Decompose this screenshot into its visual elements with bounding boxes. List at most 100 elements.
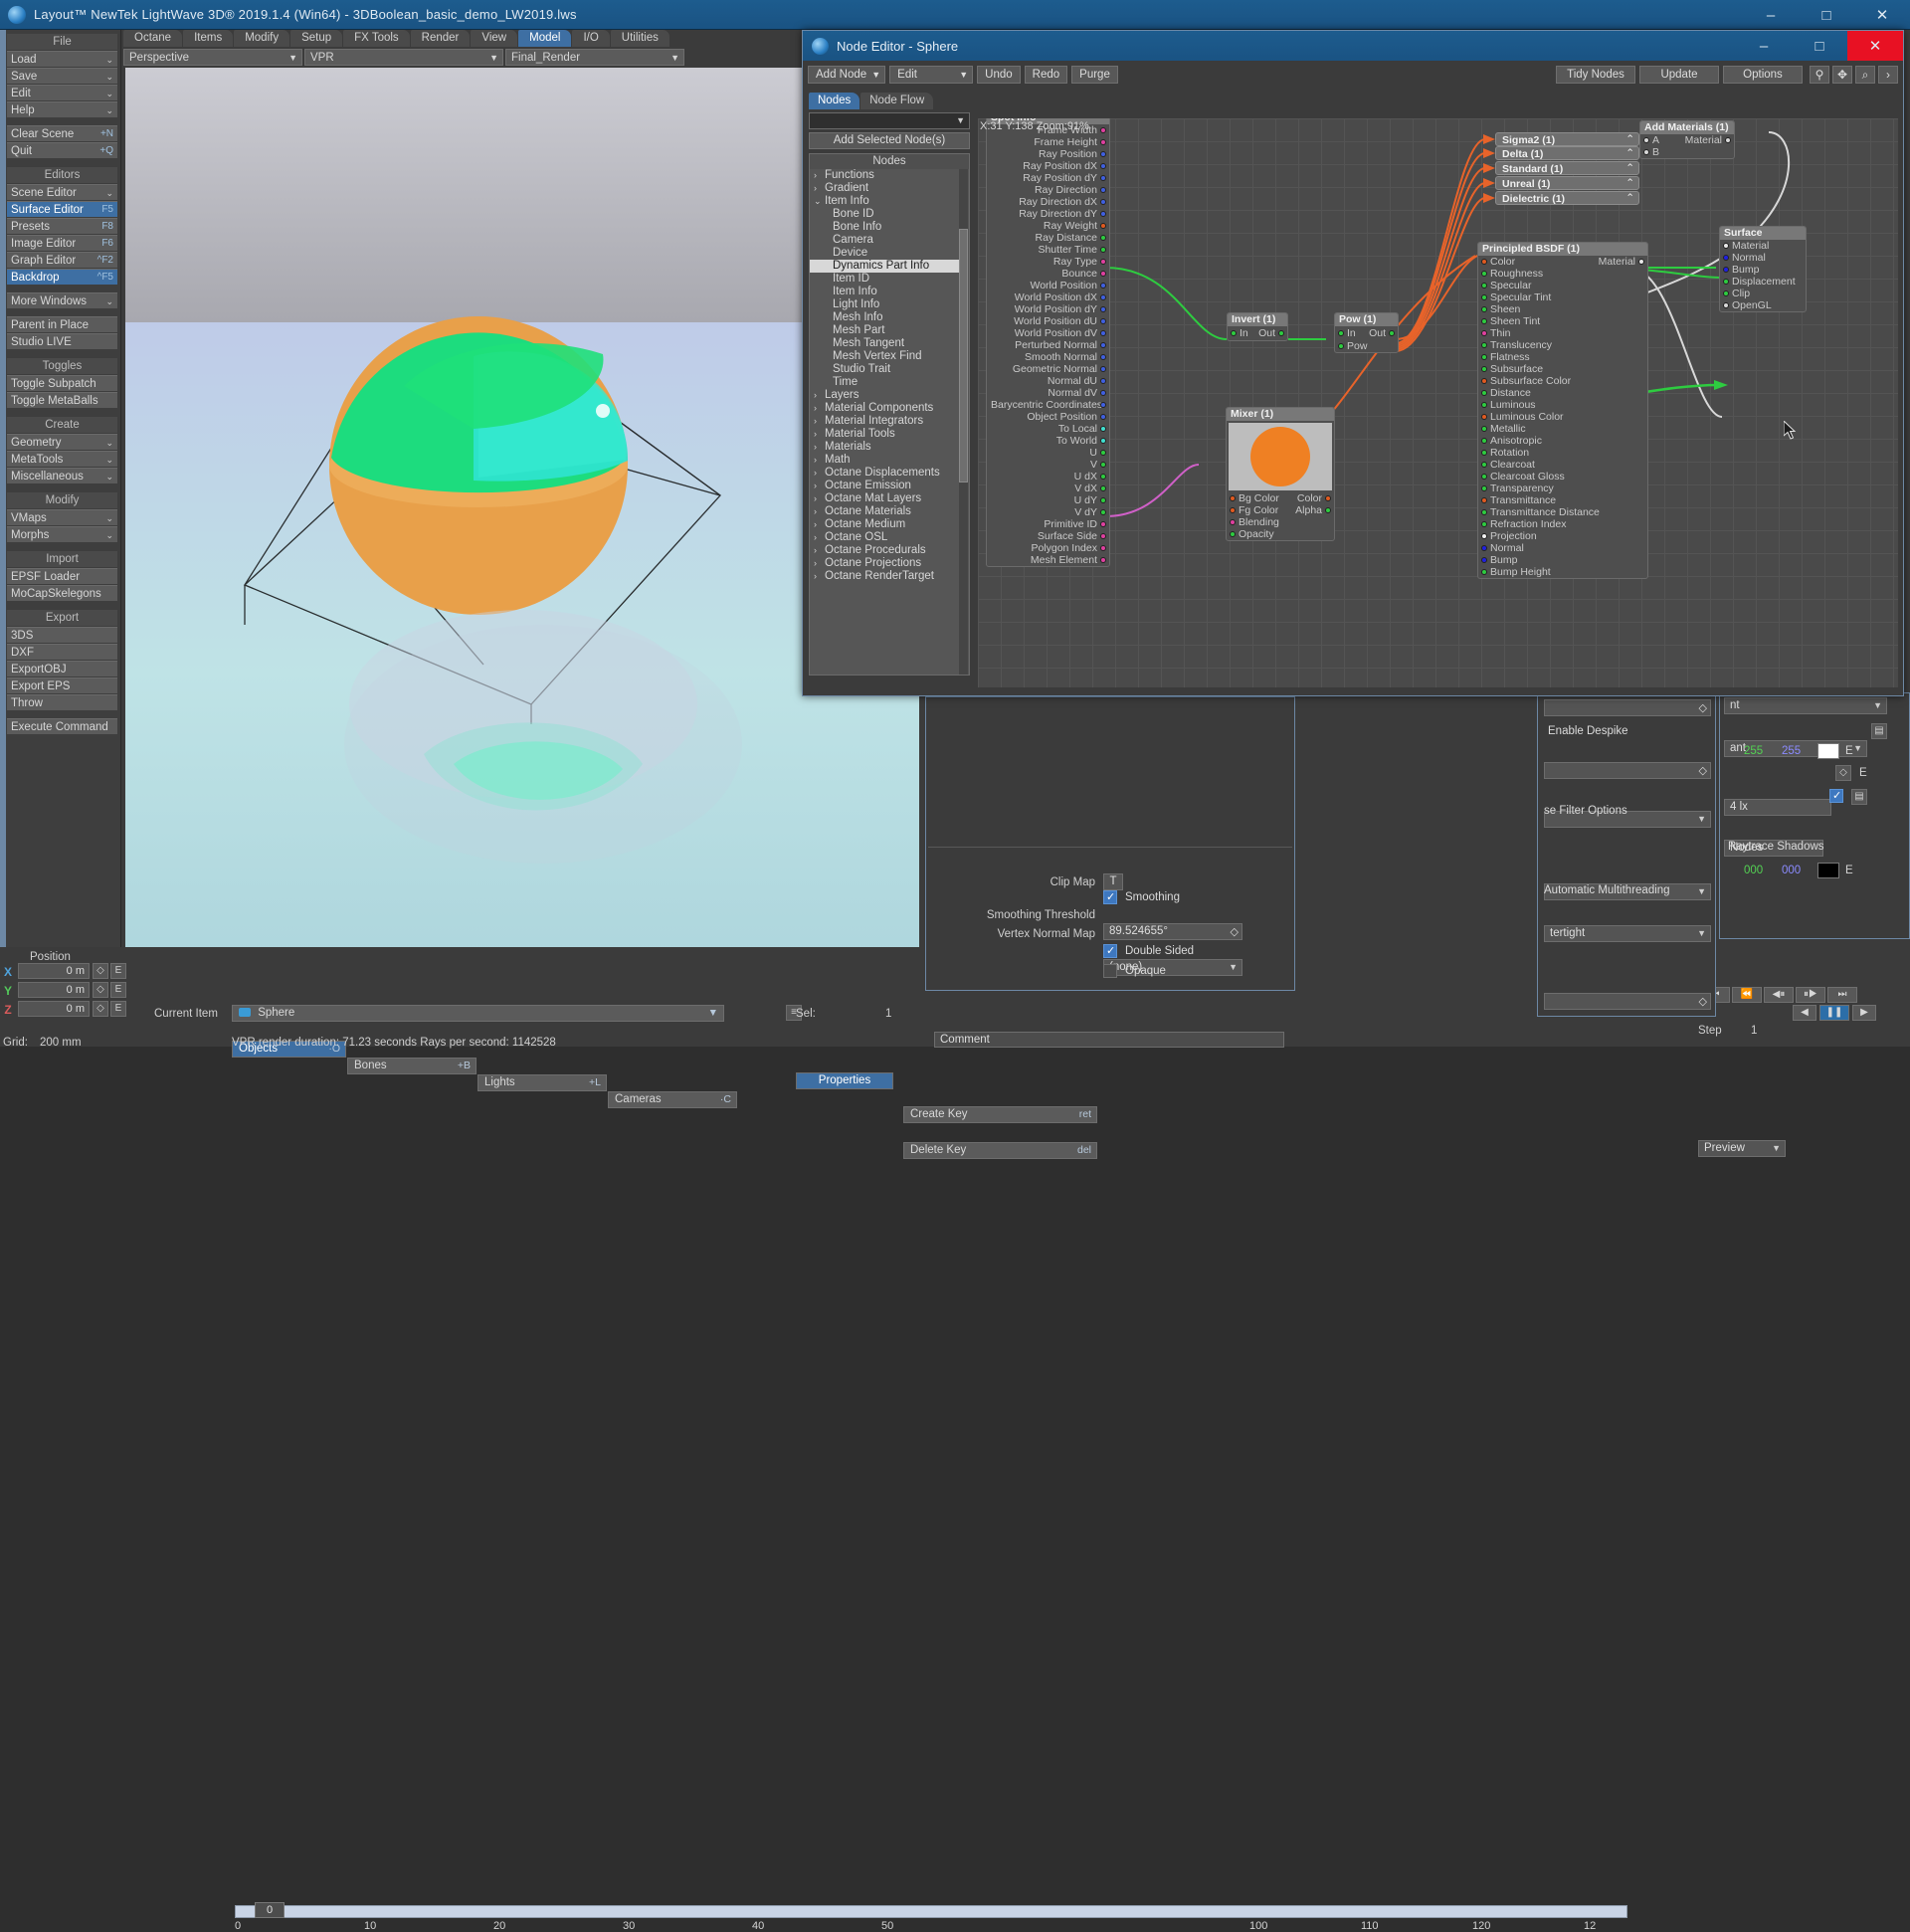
node-header[interactable]: Surface [1720, 227, 1806, 240]
chevron-up-icon[interactable]: ⌃ [1625, 161, 1634, 175]
node-tree-item-octane-projections[interactable]: › Octane Projections [810, 557, 959, 570]
add-node-dropdown[interactable]: Add Node ▼ [808, 66, 886, 84]
sidebar-item-parent-in-place[interactable]: Parent in Place [7, 316, 117, 332]
socket-to-world[interactable]: To World [987, 435, 1109, 447]
menu-tab-model[interactable]: Model [518, 30, 572, 47]
perspective-viewport[interactable] [125, 68, 919, 953]
close-button[interactable]: ✕ [1854, 0, 1910, 30]
sidebar-item-toggle-subpatch[interactable]: Toggle Subpatch [7, 375, 117, 391]
socket-normal[interactable]: Normal [1720, 252, 1806, 264]
chevron-down-icon[interactable]: ⌄ [814, 195, 825, 208]
sidebar-item-edit[interactable]: Edit ⌄ [7, 85, 117, 100]
smoothing-threshold-input[interactable]: 89.524655° ◇ [1103, 923, 1242, 940]
socket-pow-out[interactable]: Out [1364, 327, 1398, 339]
pause-button[interactable]: ❚❚ [1819, 1005, 1849, 1021]
sidebar-item-graph-editor[interactable]: Graph Editor ^F2 [7, 252, 117, 268]
sidebar-item-vmaps[interactable]: VMaps ⌄ [7, 509, 117, 525]
socket-bounce[interactable]: Bounce [987, 268, 1109, 280]
socket-opacity[interactable]: Opacity [1227, 528, 1288, 540]
node-dielectric-1-[interactable]: Dielectric (1) ⌃ [1495, 191, 1639, 205]
tab-node-flow[interactable]: Node Flow [860, 93, 934, 109]
socket-ray-direction[interactable]: Ray Direction [987, 184, 1109, 196]
light-intensity-env[interactable]: E [1859, 767, 1867, 779]
node-principled-bsdf[interactable]: Principled BSDF (1) Material Color Roughn… [1477, 242, 1648, 579]
socket-projection[interactable]: Projection [1478, 530, 1647, 542]
socket-flatness[interactable]: Flatness [1478, 351, 1647, 363]
shadow-color-swatch[interactable] [1817, 863, 1839, 878]
socket-bump-height[interactable]: Bump Height [1478, 566, 1647, 578]
sidebar-item-morphs[interactable]: Morphs ⌄ [7, 526, 117, 542]
node-tree-item-material-components[interactable]: › Material Components [810, 402, 959, 415]
socket-mesh-element[interactable]: Mesh Element [987, 554, 1109, 566]
node-tree-item-time[interactable]: Time [810, 376, 959, 389]
socket-invert-out[interactable]: Out [1253, 327, 1287, 339]
socket-world-position[interactable]: World Position [987, 280, 1109, 291]
sidebar-item-exportobj[interactable]: ExportOBJ [7, 661, 117, 676]
socket-bump[interactable]: Bump [1478, 554, 1647, 566]
node-invert[interactable]: Invert (1) In Out [1227, 312, 1288, 341]
sidebar-item-surface-editor[interactable]: Surface Editor F5 [7, 201, 117, 217]
smoothing-checkbox[interactable] [1103, 890, 1117, 904]
node-unreal-1-[interactable]: Unreal (1) ⌃ [1495, 176, 1639, 190]
play-reverse-button[interactable]: ◀ [1793, 1005, 1816, 1021]
chevron-right-icon[interactable]: › [814, 182, 825, 195]
socket-object-position[interactable]: Object Position [987, 411, 1109, 423]
play-forward-button[interactable]: ▶ [1852, 1005, 1876, 1021]
socket-ray-position[interactable]: Ray Position [987, 148, 1109, 160]
node-tree-item-bone-info[interactable]: Bone Info [810, 221, 959, 234]
menu-tab-setup[interactable]: Setup [290, 30, 343, 47]
sidebar-item-save[interactable]: Save ⌄ [7, 68, 117, 84]
clip-map-button[interactable]: T [1103, 873, 1123, 890]
node-tree-item-octane-emission[interactable]: › Octane Emission [810, 480, 959, 492]
node-graph-canvas[interactable]: Spot Info Frame WidthFrame HeightRay Pos… [978, 118, 1898, 687]
paste-icon[interactable]: ▤ [1871, 723, 1887, 739]
opaque-checkbox[interactable] [1103, 964, 1117, 978]
sidebar-item-execute-command[interactable]: Execute Command [7, 718, 117, 734]
sidebar-item-more-windows[interactable]: More Windows ⌄ [7, 292, 117, 308]
render-field-1[interactable]: ◇ [1544, 699, 1711, 716]
sidebar-item-3ds[interactable]: 3DS [7, 627, 117, 643]
socket-sheen-tint[interactable]: Sheen Tint [1478, 315, 1647, 327]
socket-v[interactable]: V [987, 459, 1109, 471]
light-color-swatch[interactable] [1817, 743, 1839, 759]
node-header[interactable]: Principled BSDF (1) [1478, 243, 1647, 256]
node-tree-item-dynamics-part-info[interactable]: Dynamics Part Info [810, 260, 959, 273]
chevron-right-icon[interactable]: › [814, 557, 825, 570]
envelope-icon[interactable]: ◇ [93, 982, 108, 998]
socket-ray-position-dy[interactable]: Ray Position dY [987, 172, 1109, 184]
socket-thin[interactable]: Thin [1478, 327, 1647, 339]
nodes-tree-scrollbar[interactable] [959, 169, 968, 675]
render-field-2[interactable]: ◇ [1544, 762, 1711, 779]
light-type-dropdown[interactable]: nt ▼ [1724, 697, 1887, 714]
mode-button-bones[interactable]: Bones +B [347, 1058, 477, 1074]
sidebar-item-geometry[interactable]: Geometry ⌄ [7, 434, 117, 450]
socket-barycentric-coordinates[interactable]: Barycentric Coordinates [987, 399, 1109, 411]
node-spot-info[interactable]: Spot Info Frame WidthFrame HeightRay Pos… [986, 118, 1110, 567]
socket-bg-color[interactable]: Bg Color [1227, 492, 1288, 504]
socket-a[interactable]: A [1640, 134, 1734, 146]
node-tree-item-bone-id[interactable]: Bone ID [810, 208, 959, 221]
socket-smooth-normal[interactable]: Smooth Normal [987, 351, 1109, 363]
node-tree-item-octane-materials[interactable]: › Octane Materials [810, 505, 959, 518]
maximize-button[interactable]: □ [1799, 0, 1854, 30]
chevron-right-icon[interactable]: › [814, 518, 825, 531]
render-field-3[interactable]: ◇ [1544, 993, 1711, 1010]
sidebar-item-throw[interactable]: Throw [7, 694, 117, 710]
sidebar-item-epsf-loader[interactable]: EPSF Loader [7, 568, 117, 584]
socket-polygon-index[interactable]: Polygon Index [987, 542, 1109, 554]
expression-icon[interactable]: E [110, 963, 126, 979]
socket-pow-in[interactable]: In [1335, 327, 1365, 339]
menu-tab-i-o[interactable]: I/O [572, 30, 610, 47]
socket-alpha[interactable]: Alpha [1288, 504, 1334, 516]
node-search-input[interactable]: ▼ [809, 112, 970, 129]
socket-ray-type[interactable]: Ray Type [987, 256, 1109, 268]
socket-opengl[interactable]: OpenGL [1720, 299, 1806, 311]
transport-button-4[interactable]: ⏭ [1827, 987, 1857, 1003]
socket-metallic[interactable]: Metallic [1478, 423, 1647, 435]
comment-input[interactable]: Comment [934, 1032, 1284, 1048]
timeline-current-frame[interactable]: 0 [255, 1902, 285, 1918]
sidebar-item-metatools[interactable]: MetaTools ⌄ [7, 451, 117, 467]
node-tree-item-octane-medium[interactable]: › Octane Medium [810, 518, 959, 531]
socket-clip[interactable]: Clip [1720, 288, 1806, 299]
node-surface[interactable]: Surface Material Normal Bump Displacement Cl… [1719, 226, 1807, 312]
